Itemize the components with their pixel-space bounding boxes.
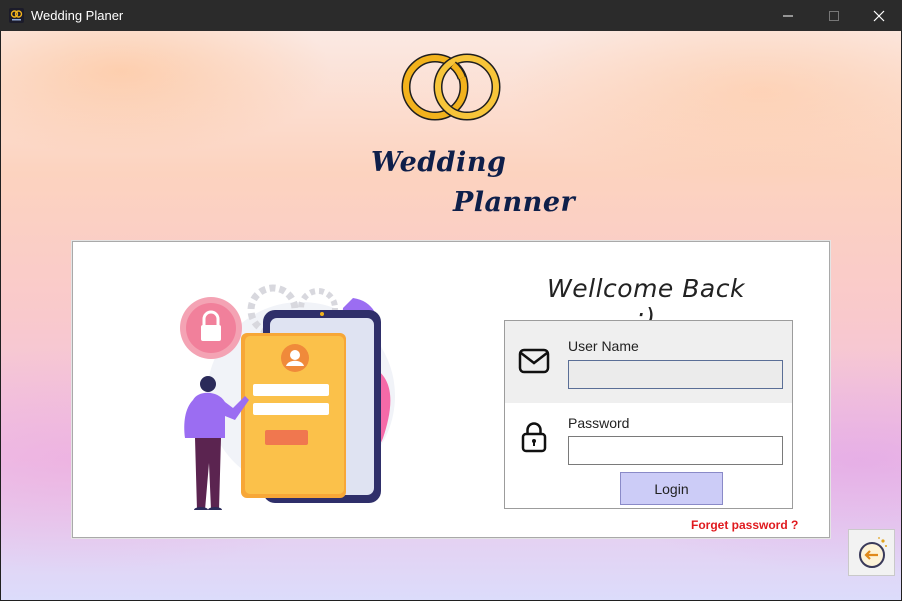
password-label: Password	[568, 415, 630, 431]
login-panel: Wellcome Back :) User Name Password Logi…	[72, 241, 830, 538]
forgot-password-link[interactable]: Forget password ?	[691, 518, 798, 532]
maximize-button[interactable]	[811, 0, 857, 31]
window-title: Wedding Planer	[31, 8, 124, 23]
minimize-button[interactable]	[765, 0, 811, 31]
back-button[interactable]	[848, 529, 895, 576]
back-arrow-icon	[859, 537, 887, 568]
app-window: Wedding Planer Wedding Planner Wellcome …	[0, 0, 902, 601]
username-label: User Name	[568, 338, 639, 354]
lock-icon	[521, 422, 547, 453]
logo-title-line2: Planner	[453, 187, 576, 218]
login-button[interactable]: Login	[620, 472, 723, 505]
password-input[interactable]	[568, 436, 783, 465]
wedding-rings-icon	[401, 53, 501, 121]
minimize-icon	[783, 15, 793, 17]
app-icon	[9, 8, 24, 23]
maximize-icon	[829, 11, 839, 21]
main-content: Wedding Planner Wellcome Back:) User Na…	[1, 31, 901, 600]
mail-icon	[518, 348, 550, 374]
username-input[interactable]	[568, 360, 783, 389]
login-illustration	[180, 284, 395, 510]
close-icon	[873, 10, 885, 22]
logo-title-line1: Wedding	[371, 147, 507, 178]
title-bar[interactable]: Wedding Planer	[0, 0, 902, 31]
login-form: User Name Password Login	[504, 320, 793, 509]
close-button[interactable]	[856, 0, 902, 31]
